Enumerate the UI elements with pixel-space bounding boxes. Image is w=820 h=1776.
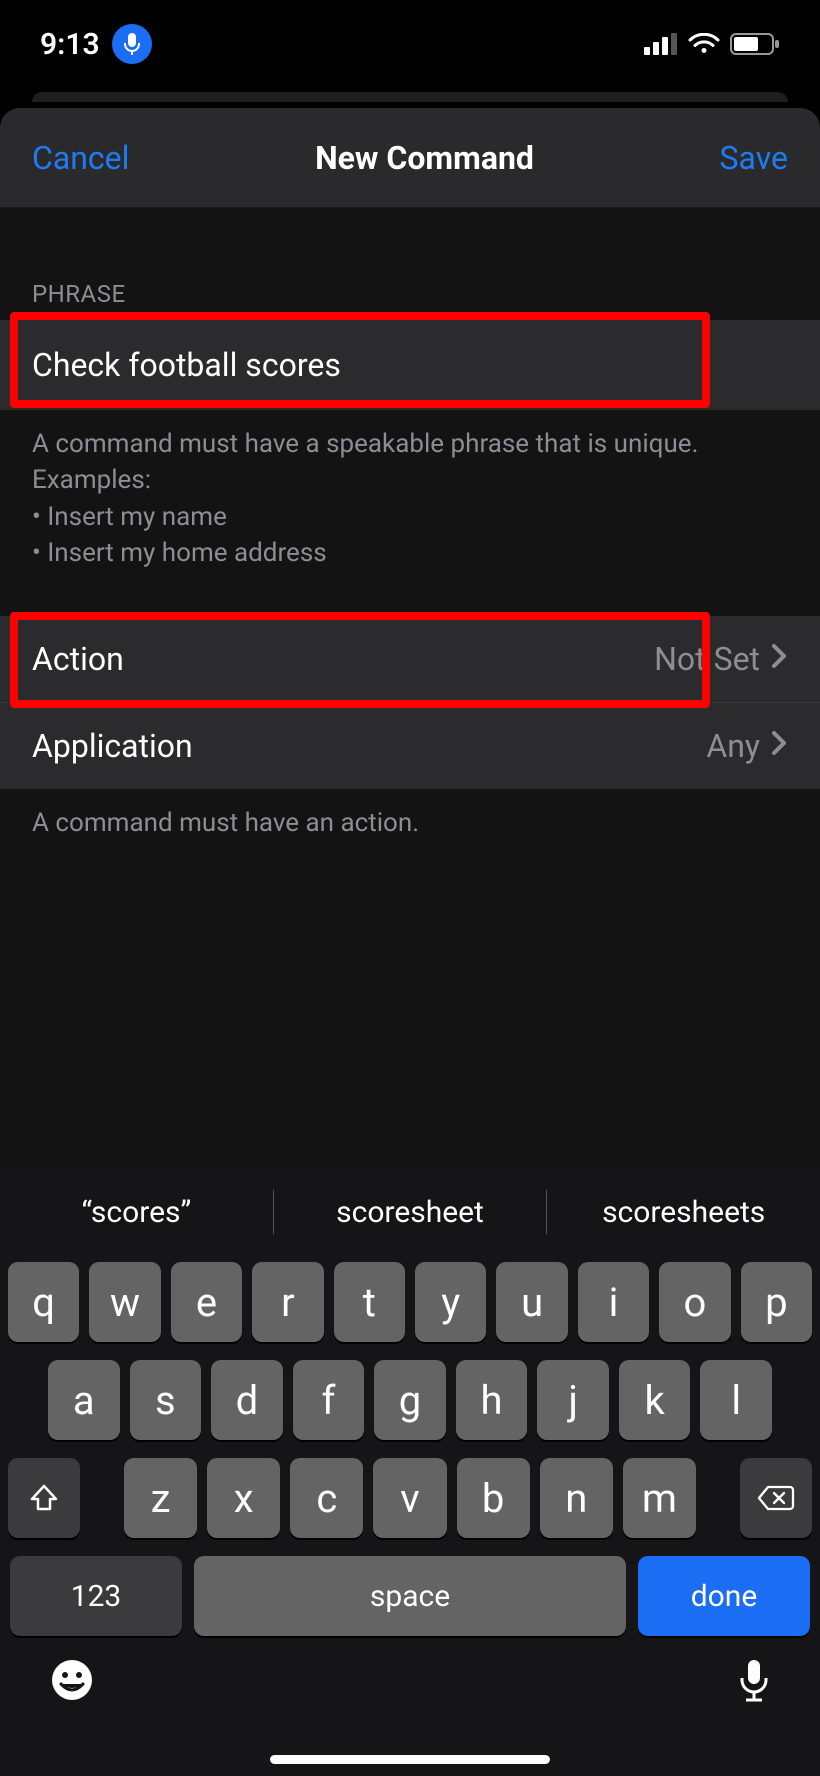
backspace-key[interactable] (740, 1458, 812, 1538)
suggestion-item[interactable]: scoresheet (274, 1175, 547, 1250)
numbers-key[interactable]: 123 (10, 1556, 182, 1636)
chevron-right-icon (770, 727, 788, 765)
key-g[interactable]: g (374, 1360, 446, 1440)
key-v[interactable]: v (373, 1458, 446, 1538)
keyboard: “scores” scoresheet scoresheets q w e r … (0, 1168, 820, 1776)
key-q[interactable]: q (8, 1262, 79, 1342)
shift-key[interactable] (8, 1458, 80, 1538)
done-key[interactable]: done (638, 1556, 810, 1636)
status-bar: 9:13 (0, 0, 820, 88)
key-b[interactable]: b (457, 1458, 530, 1538)
suggestion-item[interactable]: scoresheets (547, 1175, 820, 1250)
phrase-help-line: Examples: (32, 462, 788, 498)
key-x[interactable]: x (207, 1458, 280, 1538)
cellular-icon (644, 33, 678, 55)
application-value: Any (706, 727, 760, 765)
phrase-section-header: PHRASE (0, 208, 820, 320)
key-row-3: z x c v b n m (8, 1458, 812, 1538)
home-indicator[interactable] (270, 1755, 550, 1764)
phrase-help-bullet: • Insert my name (32, 499, 788, 535)
nav-bar: Cancel New Command Save (0, 108, 820, 208)
suggestion-bar: “scores” scoresheet scoresheets (0, 1168, 820, 1256)
suggestion-item[interactable]: “scores” (0, 1175, 273, 1250)
key-e[interactable]: e (171, 1262, 242, 1342)
key-p[interactable]: p (741, 1262, 812, 1342)
key-w[interactable]: w (89, 1262, 160, 1342)
wifi-icon (688, 33, 720, 55)
action-footer-text: A command must have an action. (0, 789, 820, 841)
key-row-1: q w e r t y u i o p (8, 1262, 812, 1342)
key-row-bottom: 123 space done (8, 1556, 812, 1636)
action-row[interactable]: Action Not Set (0, 616, 820, 702)
key-row-2: a s d f g h j k l (8, 1360, 812, 1440)
phrase-help-line: A command must have a speakable phrase t… (32, 426, 788, 462)
application-row[interactable]: Application Any (0, 702, 820, 789)
key-u[interactable]: u (496, 1262, 567, 1342)
save-button[interactable]: Save (720, 139, 788, 177)
key-h[interactable]: h (456, 1360, 528, 1440)
key-z[interactable]: z (124, 1458, 197, 1538)
key-o[interactable]: o (659, 1262, 730, 1342)
phrase-help-text: A command must have a speakable phrase t… (0, 410, 820, 572)
key-l[interactable]: l (700, 1360, 772, 1440)
nav-title: New Command (315, 139, 534, 177)
emoji-icon[interactable] (48, 1656, 96, 1708)
application-label: Application (32, 727, 193, 765)
key-t[interactable]: t (334, 1262, 405, 1342)
key-y[interactable]: y (415, 1262, 486, 1342)
key-i[interactable]: i (578, 1262, 649, 1342)
battery-icon (730, 33, 780, 55)
space-key[interactable]: space (194, 1556, 626, 1636)
modal-stack-sliver (32, 92, 788, 102)
key-a[interactable]: a (48, 1360, 120, 1440)
key-n[interactable]: n (540, 1458, 613, 1538)
status-time: 9:13 (40, 27, 100, 62)
key-m[interactable]: m (623, 1458, 696, 1538)
status-right (644, 33, 780, 55)
cancel-button[interactable]: Cancel (32, 139, 129, 177)
key-s[interactable]: s (130, 1360, 202, 1440)
phrase-help-bullet: • Insert my home address (32, 535, 788, 571)
voice-control-badge (112, 24, 152, 64)
key-j[interactable]: j (537, 1360, 609, 1440)
action-value: Not Set (654, 640, 760, 678)
chevron-right-icon (770, 640, 788, 678)
key-c[interactable]: c (290, 1458, 363, 1538)
dictation-icon[interactable] (736, 1656, 772, 1708)
key-d[interactable]: d (211, 1360, 283, 1440)
phrase-input[interactable] (0, 320, 820, 410)
action-label: Action (32, 640, 124, 678)
key-f[interactable]: f (293, 1360, 365, 1440)
key-r[interactable]: r (252, 1262, 323, 1342)
key-k[interactable]: k (619, 1360, 691, 1440)
